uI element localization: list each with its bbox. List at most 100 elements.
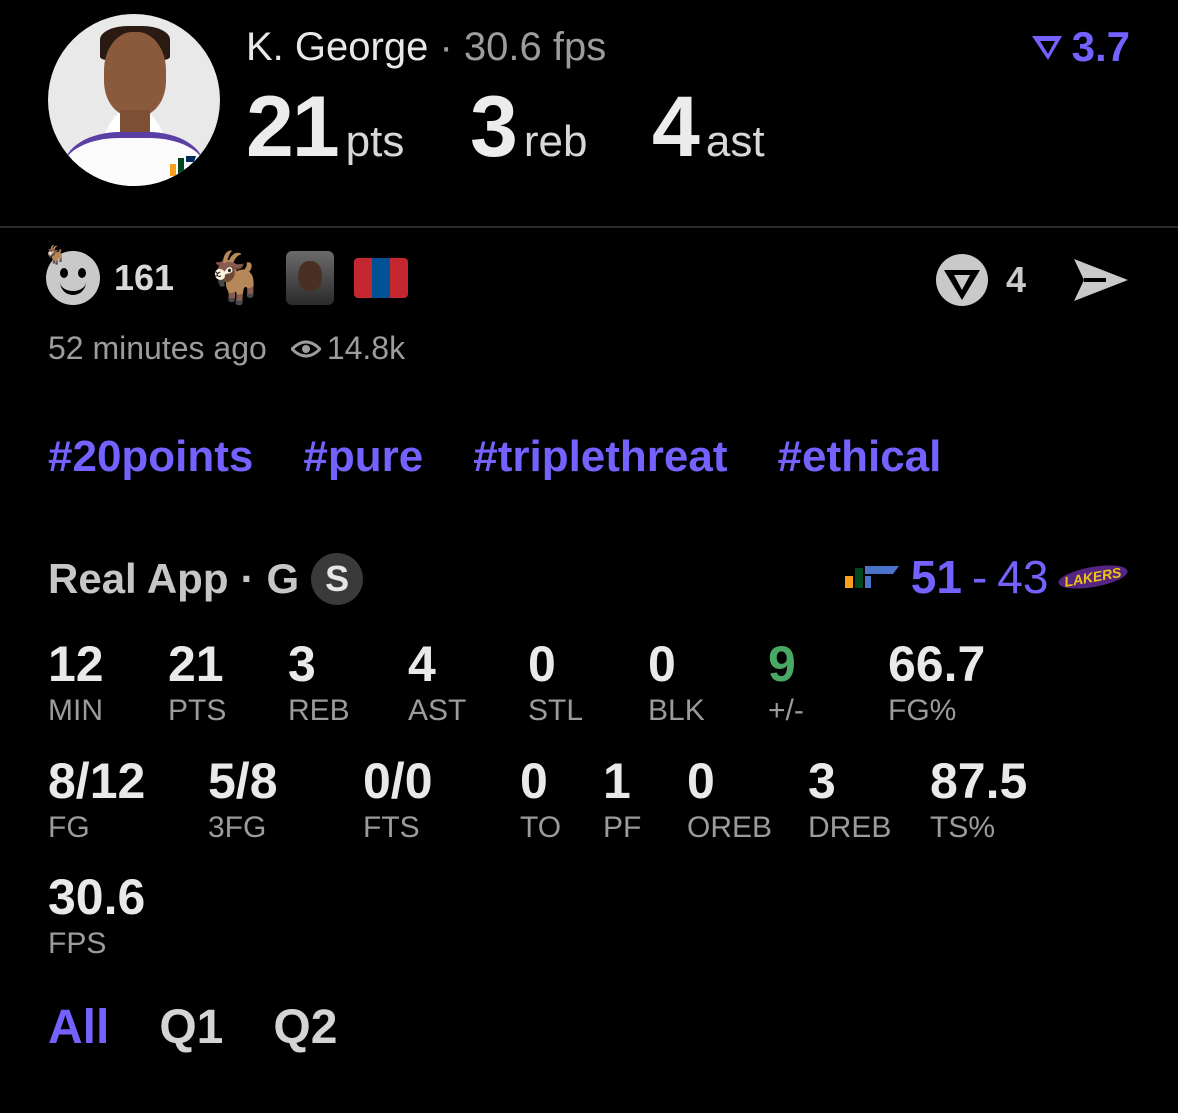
summary-rebounds: 3 reb bbox=[470, 82, 587, 172]
stat-fts: 0/0 FTS bbox=[363, 755, 433, 845]
stat-value: 0 bbox=[520, 753, 548, 809]
stat-label: STL bbox=[528, 694, 584, 727]
stat-value: 3 bbox=[288, 636, 316, 692]
player-rating[interactable]: 3.7 bbox=[1030, 22, 1130, 72]
stat-pf: 1 PF bbox=[603, 755, 641, 845]
stat-label: +/- bbox=[768, 694, 804, 727]
stat-label: 3FG bbox=[208, 811, 267, 844]
stat-stl: 0 STL bbox=[528, 638, 583, 728]
mongolia-flag-reaction-icon[interactable] bbox=[354, 258, 409, 298]
stat-to: 0 TO bbox=[520, 755, 561, 845]
views: 14.8k bbox=[290, 330, 406, 367]
lakers-team-logo-icon: LAKERS bbox=[1057, 561, 1130, 593]
stat-reb: 3 REB bbox=[288, 638, 350, 728]
stat-value: 5/8 bbox=[208, 753, 278, 809]
tab-all[interactable]: All bbox=[48, 1000, 109, 1055]
tab-q1[interactable]: Q1 bbox=[159, 1000, 223, 1055]
stat-value: 0 bbox=[648, 636, 676, 692]
summary-value: 21 bbox=[246, 79, 340, 175]
share-bar: 4 bbox=[934, 252, 1130, 308]
stat-label: DREB bbox=[808, 811, 892, 844]
stat-value: 12 bbox=[48, 636, 104, 692]
avatar-face bbox=[104, 32, 166, 116]
stat-value: 21 bbox=[168, 636, 224, 692]
summary-value: 4 bbox=[652, 79, 700, 175]
stat-value: 8/12 bbox=[48, 753, 146, 809]
stat-fg-pct: 66.7 FG% bbox=[888, 638, 985, 728]
stat-dreb: 3 DREB bbox=[808, 755, 891, 845]
summary-unit: reb bbox=[523, 117, 588, 166]
summary-unit: pts bbox=[345, 117, 405, 166]
stat-label: FPS bbox=[48, 927, 107, 960]
view-count: 14.8k bbox=[326, 330, 406, 366]
header-divider bbox=[0, 226, 1178, 228]
stat-min: 12 MIN bbox=[48, 638, 104, 728]
stat-label: PTS bbox=[168, 694, 227, 727]
stat-label: TO bbox=[520, 811, 562, 844]
send-icon[interactable] bbox=[1072, 255, 1130, 305]
player-fps: 30.6 fps bbox=[463, 25, 607, 69]
source-separator: · bbox=[240, 555, 255, 602]
stat-value: 0 bbox=[687, 753, 715, 809]
time-ago: 52 minutes ago bbox=[48, 330, 267, 366]
stat-fg: 8/12 FG bbox=[48, 755, 145, 845]
hashtag[interactable]: #ethical bbox=[778, 432, 942, 482]
reshare-icon[interactable] bbox=[934, 252, 990, 308]
flag-stripe bbox=[390, 258, 409, 298]
player-position: G bbox=[266, 555, 300, 602]
stat-ts-pct: 87.5 TS% bbox=[930, 755, 1027, 845]
meme-face-reaction-icon[interactable] bbox=[286, 251, 335, 305]
source-app: Real App bbox=[48, 555, 229, 602]
stat-label: FTS bbox=[363, 811, 420, 844]
game-source-line: Real App · G S bbox=[48, 553, 364, 605]
player-avatar[interactable] bbox=[48, 14, 220, 186]
smiley-reaction-icon[interactable]: 🐐 bbox=[44, 245, 100, 305]
reactions-bar: 🐐 161 🐐 bbox=[44, 245, 409, 306]
goat-reaction-icon[interactable]: 🐐 bbox=[204, 250, 266, 306]
stat-label: REB bbox=[288, 694, 350, 727]
stat-ast: 4 AST bbox=[408, 638, 466, 728]
stat-oreb: 0 OREB bbox=[687, 755, 772, 845]
goat-badge-icon: 🐐 bbox=[44, 245, 67, 265]
stat-label: MIN bbox=[48, 694, 103, 727]
stat-blk: 0 BLK bbox=[648, 638, 705, 728]
stat-label: TS% bbox=[930, 811, 996, 844]
stat-label: FG bbox=[48, 811, 90, 844]
reshare-count: 4 bbox=[1005, 259, 1026, 300]
rating-value: 3.7 bbox=[1071, 23, 1130, 70]
post-meta: 52 minutes ago 14.8k bbox=[48, 330, 405, 367]
stat-value: 66.7 bbox=[888, 636, 986, 692]
real-logo-icon bbox=[1031, 36, 1062, 60]
stat-label: BLK bbox=[648, 694, 705, 727]
hashtag[interactable]: #pure bbox=[303, 432, 423, 482]
player-name-line: K. George · 30.6 fps bbox=[246, 22, 606, 72]
stat-fps: 30.6 FPS bbox=[48, 871, 145, 961]
eye-icon bbox=[290, 340, 321, 357]
stat-value: 30.6 bbox=[48, 869, 146, 925]
summary-points: 21 pts bbox=[246, 82, 404, 172]
tab-q2[interactable]: Q2 bbox=[273, 1000, 337, 1055]
score-separator: - bbox=[971, 551, 988, 603]
stat-value: 3 bbox=[808, 753, 836, 809]
summary-value: 3 bbox=[470, 79, 518, 175]
stat-label: OREB bbox=[687, 811, 773, 844]
summary-unit: ast bbox=[705, 117, 765, 166]
summary-assists: 4 ast bbox=[652, 82, 765, 172]
stat-label: PF bbox=[603, 811, 642, 844]
stat-label: AST bbox=[408, 694, 467, 727]
hashtag-list: #20points #pure #triplethreat #ethical bbox=[48, 432, 941, 482]
stat-value: 1 bbox=[603, 753, 631, 809]
flag-stripe bbox=[372, 258, 391, 298]
jazz-team-logo-icon bbox=[844, 566, 899, 588]
stat-value: 0/0 bbox=[363, 753, 433, 809]
stat-label: FG% bbox=[888, 694, 957, 727]
starter-badge: S bbox=[311, 553, 364, 605]
name-separator: · bbox=[439, 25, 453, 69]
game-score[interactable]: 51-43 LAKERS bbox=[843, 550, 1130, 604]
stat-3fg: 5/8 3FG bbox=[208, 755, 278, 845]
away-score: 43 bbox=[997, 551, 1049, 603]
player-name[interactable]: K. George bbox=[246, 25, 428, 69]
hashtag[interactable]: #20points bbox=[48, 432, 253, 482]
hashtag[interactable]: #triplethreat bbox=[473, 432, 727, 482]
period-tabs: All Q1 Q2 bbox=[48, 1000, 337, 1055]
